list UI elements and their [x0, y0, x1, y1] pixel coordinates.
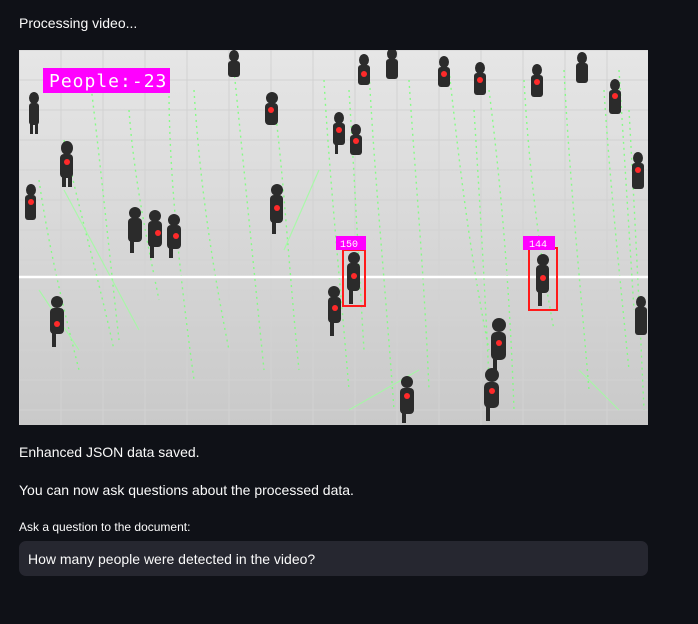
track-label-144: 144 — [529, 240, 547, 251]
track-label-150: 150 — [340, 240, 358, 251]
question-label: Ask a question to the document: — [19, 520, 191, 534]
people-count-label: People:-23 — [49, 71, 167, 92]
ask-now-message: You can now ask questions about the proc… — [19, 482, 354, 498]
video-frame-svg: 150 144 People:-23 — [19, 50, 648, 425]
processed-video-frame: 150 144 People:-23 — [19, 50, 648, 425]
app-root: Processing video... 150 144 People:-23 E… — [0, 0, 698, 624]
question-input[interactable] — [19, 541, 648, 576]
json-saved-message: Enhanced JSON data saved. — [19, 444, 200, 460]
processing-status: Processing video... — [19, 15, 138, 31]
